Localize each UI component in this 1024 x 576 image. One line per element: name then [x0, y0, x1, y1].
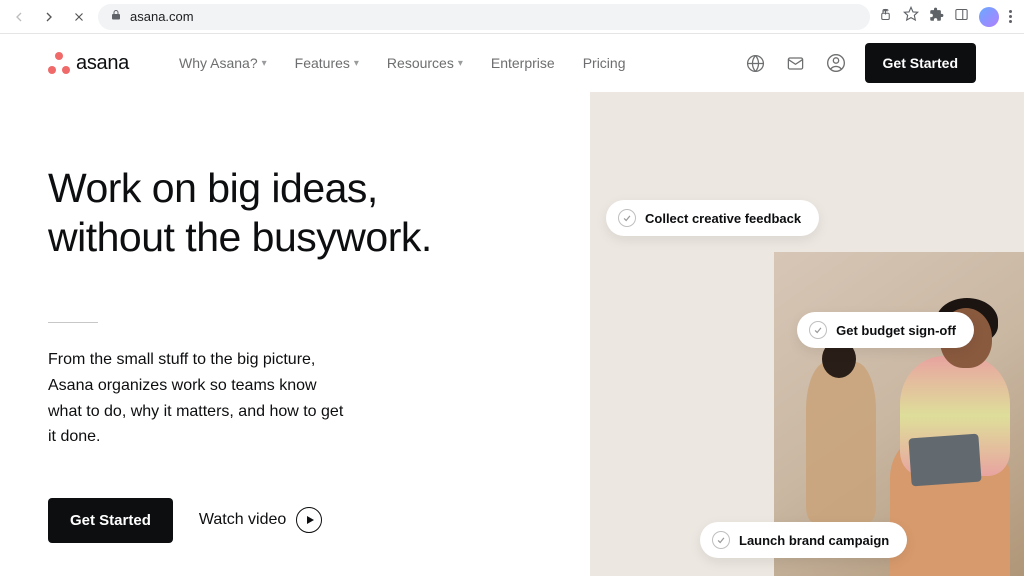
play-icon [296, 507, 322, 533]
hero-subtext: From the small stuff to the big picture,… [48, 347, 348, 449]
chevron-down-icon: ▾ [354, 58, 359, 69]
site-header: asana Why Asana?▾ Features▾ Resources▾ E… [0, 34, 1024, 92]
hero-headline: Work on big ideas, without the busywork. [48, 164, 550, 262]
chevron-down-icon: ▾ [262, 58, 267, 69]
main-nav: Why Asana?▾ Features▾ Resources▾ Enterpr… [179, 55, 625, 71]
check-icon [712, 531, 730, 549]
account-icon[interactable] [825, 52, 847, 74]
bookmark-star-icon[interactable] [903, 6, 919, 27]
browser-stop-button[interactable] [68, 6, 90, 28]
browser-url-text: asana.com [130, 9, 194, 24]
nav-enterprise[interactable]: Enterprise [491, 55, 555, 71]
chevron-down-icon: ▾ [458, 58, 463, 69]
task-label: Get budget sign-off [836, 323, 956, 338]
asana-logo-icon [48, 52, 70, 74]
header-get-started-button[interactable]: Get Started [865, 43, 976, 83]
lock-icon [110, 9, 122, 24]
check-icon [618, 209, 636, 227]
contact-mail-icon[interactable] [785, 52, 807, 74]
share-icon[interactable] [878, 7, 893, 27]
hero-left: Work on big ideas, without the busywork.… [0, 92, 590, 576]
task-pill: Get budget sign-off [797, 312, 974, 348]
task-label: Collect creative feedback [645, 211, 801, 226]
hero-right: Collect creative feedback Get budget sig… [590, 92, 1024, 576]
watch-video-button[interactable]: Watch video [199, 507, 322, 533]
task-pill: Launch brand campaign [700, 522, 907, 558]
hero-headline-line2: without the busywork. [48, 214, 432, 260]
hero-divider [48, 322, 98, 323]
language-icon[interactable] [745, 52, 767, 74]
browser-forward-button[interactable] [38, 6, 60, 28]
panel-icon[interactable] [954, 7, 969, 27]
nav-features[interactable]: Features▾ [295, 55, 359, 71]
asana-logo[interactable]: asana [48, 52, 129, 75]
watch-video-label: Watch video [199, 511, 286, 529]
laptop-icon [908, 434, 981, 487]
task-pill: Collect creative feedback [606, 200, 819, 236]
check-icon [809, 321, 827, 339]
extensions-icon[interactable] [929, 7, 944, 27]
nav-why-asana[interactable]: Why Asana?▾ [179, 55, 267, 71]
nav-pricing[interactable]: Pricing [583, 55, 626, 71]
profile-avatar[interactable] [979, 7, 999, 27]
page-main: Work on big ideas, without the busywork.… [0, 92, 1024, 576]
browser-url-bar[interactable]: asana.com [98, 4, 870, 30]
hero-cta-row: Get Started Watch video [48, 498, 550, 543]
hero-headline-line1: Work on big ideas, [48, 165, 378, 211]
background-figure [806, 362, 876, 522]
task-label: Launch brand campaign [739, 533, 889, 548]
browser-menu-icon[interactable] [1009, 10, 1012, 23]
hero-get-started-button[interactable]: Get Started [48, 498, 173, 543]
browser-back-button[interactable] [8, 6, 30, 28]
asana-logo-text: asana [76, 52, 129, 75]
browser-chrome-bar: asana.com [0, 0, 1024, 34]
nav-resources[interactable]: Resources▾ [387, 55, 463, 71]
